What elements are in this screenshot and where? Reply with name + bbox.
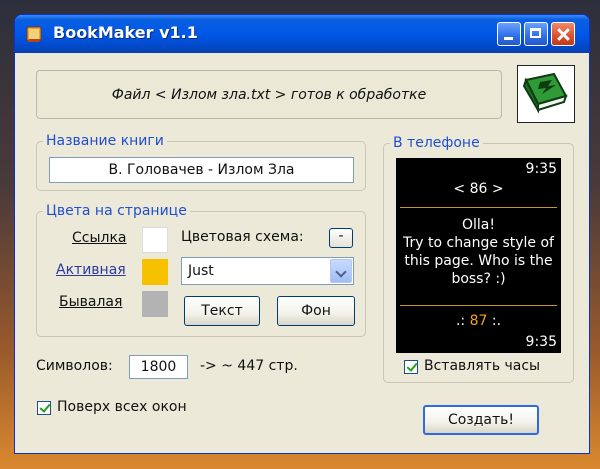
text-color-button[interactable]: Текст: [184, 296, 260, 326]
main-window: BookMaker v1.1 Файл < Излом зла.txt > го…: [14, 14, 590, 454]
phone-text-line: Try to change style of: [403, 235, 554, 251]
book-name-group-title: Название книги: [43, 132, 167, 150]
phone-footer-prefix: .:: [455, 313, 466, 329]
status-panel: Файл < Излом зла.txt > готов к обработке: [36, 70, 502, 119]
phone-group: В телефоне 9:35 < 86 > Olla! Try to chan…: [383, 134, 574, 383]
insert-clock-checkbox[interactable]: [404, 360, 418, 374]
chevron-down-icon[interactable]: [330, 259, 352, 283]
link-color-label[interactable]: Ссылка: [72, 230, 127, 246]
title-bar[interactable]: BookMaker v1.1: [15, 15, 589, 53]
phone-preview: 9:35 < 86 > Olla! Try to change style of…: [396, 158, 561, 353]
always-on-top-label[interactable]: Поверх всех окон: [57, 399, 187, 415]
colors-group-title: Цвета на странице: [43, 202, 190, 220]
phone-time-top: 9:35: [525, 161, 557, 177]
visited-color-label[interactable]: Бывалая: [59, 294, 122, 310]
color-scheme-label: Цветовая схема:: [181, 229, 304, 245]
book-name-input[interactable]: В. Головачев - Излом Зла: [49, 157, 354, 183]
bg-color-button[interactable]: Фон: [277, 296, 355, 326]
link-color-swatch[interactable]: [142, 227, 168, 253]
active-color-label[interactable]: Активная: [56, 262, 126, 278]
close-button[interactable]: [551, 22, 575, 46]
always-on-top-checkbox[interactable]: [37, 401, 51, 415]
phone-time-bottom: 9:35: [525, 334, 557, 350]
color-scheme-value: Just: [188, 263, 214, 279]
book-icon[interactable]: [517, 65, 575, 123]
phone-text: Olla! Try to change style of this page. …: [396, 216, 561, 288]
insert-clock-label[interactable]: Вставлять часы: [424, 358, 540, 374]
colors-group: Цвета на странице Ссылка Активная Бывала…: [36, 202, 366, 337]
status-message: Файл < Излом зла.txt > готов к обработке: [111, 86, 427, 103]
phone-divider-bottom: [400, 305, 557, 306]
minimize-button[interactable]: [497, 22, 521, 46]
create-button[interactable]: Создать!: [423, 405, 539, 435]
color-scheme-select[interactable]: Just: [181, 257, 354, 285]
phone-text-line: boss? :): [451, 271, 506, 287]
color-scheme-remove-button[interactable]: -: [329, 228, 353, 248]
book-name-group: Название книги В. Головачев - Излом Зла: [36, 132, 366, 191]
phone-footer-number: 87: [469, 313, 488, 329]
pages-estimate: -> ~ 447 стр.: [200, 358, 298, 374]
phone-text-line: this page. Who is the: [404, 253, 553, 269]
phone-divider-top: [400, 207, 557, 208]
phone-footer: .: 87 :.: [396, 313, 561, 329]
phone-text-line: Olla!: [462, 217, 495, 233]
visited-color-swatch[interactable]: [142, 291, 168, 317]
symbols-input[interactable]: 1800: [129, 355, 188, 379]
window-title: BookMaker v1.1: [53, 23, 198, 42]
app-icon: [25, 24, 45, 44]
active-color-swatch[interactable]: [142, 259, 168, 285]
phone-footer-suffix: :.: [491, 313, 502, 329]
maximize-button[interactable]: [524, 22, 548, 46]
phone-page-indicator: < 86 >: [453, 181, 504, 197]
symbols-label: Символов:: [36, 358, 113, 374]
phone-group-title: В телефоне: [390, 134, 483, 152]
